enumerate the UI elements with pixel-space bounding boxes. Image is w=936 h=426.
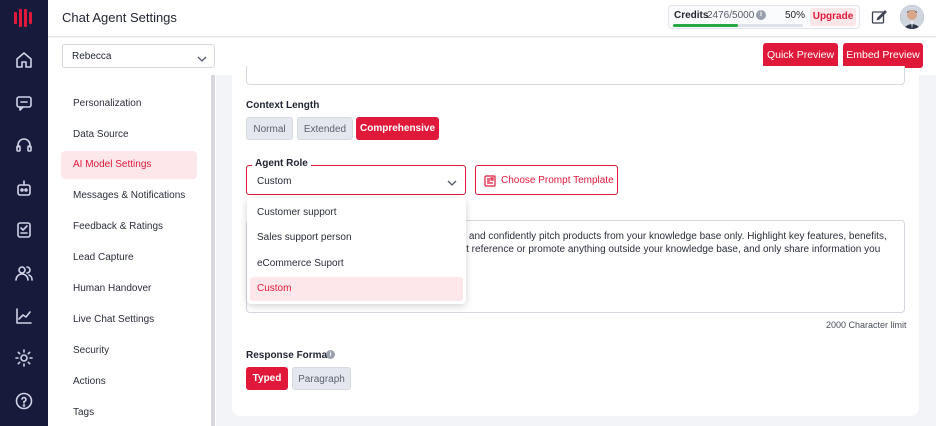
- page-title: Chat Agent Settings: [62, 10, 177, 25]
- context-normal-button[interactable]: Normal: [246, 117, 293, 140]
- format-typed-button[interactable]: Typed: [246, 367, 288, 390]
- menu-item-live-chat-settings[interactable]: Live Chat Settings: [61, 306, 197, 334]
- avatar[interactable]: [900, 5, 924, 29]
- menu-item-security[interactable]: Security: [61, 337, 197, 365]
- logo-icon[interactable]: [12, 8, 36, 28]
- role-option-customer-support[interactable]: Customer support: [250, 201, 463, 225]
- role-option-sales-support[interactable]: Sales support person: [250, 226, 463, 250]
- users-icon[interactable]: [14, 263, 34, 283]
- info-icon[interactable]: i: [326, 350, 335, 359]
- credits-widget: Credits 2476/5000 i 50% Upgrade: [668, 5, 860, 29]
- choose-prompt-template-button[interactable]: Choose Prompt Template: [475, 165, 618, 195]
- menu-item-data-source[interactable]: Data Source: [61, 121, 197, 149]
- menu-item-human-handover[interactable]: Human Handover: [61, 275, 197, 303]
- quick-preview-button[interactable]: Quick Preview: [763, 43, 838, 68]
- edit-icon[interactable]: [871, 9, 887, 25]
- agent-role-label: Agent Role: [252, 158, 311, 169]
- credits-percent: 50%: [785, 10, 806, 21]
- context-extended-button[interactable]: Extended: [297, 117, 353, 140]
- headset-icon[interactable]: [14, 135, 34, 155]
- credits-count: 2476/5000: [707, 10, 755, 21]
- agent-role-dropdown: Customer support Sales support person eC…: [247, 198, 466, 304]
- agent-role-value: Custom: [257, 176, 292, 187]
- menu-item-ai-model-settings[interactable]: AI Model Settings: [61, 151, 197, 179]
- settings-menu: Personalization Data Source AI Model Set…: [48, 75, 216, 426]
- menu-item-feedback-ratings[interactable]: Feedback & Ratings: [61, 213, 197, 241]
- agent-select-value: Rebecca: [72, 51, 112, 62]
- previous-field[interactable]: [246, 66, 905, 85]
- left-nav-rail: [0, 0, 48, 426]
- format-paragraph-button[interactable]: Paragraph: [292, 367, 351, 390]
- menu-item-messages-notifications[interactable]: Messages & Notifications: [61, 182, 197, 210]
- role-option-custom[interactable]: Custom: [250, 277, 463, 301]
- credits-progress-bar: [673, 24, 803, 27]
- home-icon[interactable]: [14, 50, 34, 70]
- choose-prompt-template-label: Choose Prompt Template: [501, 175, 614, 186]
- menu-item-actions[interactable]: Actions: [61, 368, 197, 396]
- context-comprehensive-button[interactable]: Comprehensive: [356, 117, 439, 140]
- menu-scrollbar[interactable]: [211, 75, 215, 426]
- menu-item-lead-capture[interactable]: Lead Capture: [61, 244, 197, 272]
- top-header: Chat Agent Settings Credits 2476/5000 i …: [48, 0, 936, 37]
- credits-label: Credits: [674, 10, 709, 21]
- menu-item-personalization[interactable]: Personalization: [61, 90, 197, 118]
- prompt-text-line: not reference or promote anything outsid…: [455, 244, 881, 255]
- upgrade-button[interactable]: Upgrade: [810, 8, 856, 26]
- response-format-label: Response Format: [246, 350, 331, 361]
- character-limit: 2000 Character limit: [826, 320, 907, 330]
- context-length-label: Context Length: [246, 100, 320, 111]
- bot-icon[interactable]: [14, 178, 34, 198]
- menu-item-tags[interactable]: Tags: [61, 399, 197, 426]
- credits-progress-fill: [673, 24, 738, 27]
- help-icon[interactable]: [14, 391, 34, 411]
- settings-icon[interactable]: [14, 348, 34, 368]
- embed-preview-button[interactable]: Embed Preview: [843, 43, 923, 68]
- chat-icon[interactable]: [14, 93, 34, 113]
- template-icon: [484, 175, 496, 190]
- agent-select[interactable]: Rebecca: [62, 44, 215, 68]
- role-option-ecommerce-support[interactable]: eCommerce Suport: [250, 252, 463, 276]
- checklist-icon[interactable]: [14, 220, 34, 240]
- info-icon[interactable]: i: [756, 10, 766, 20]
- prompt-text-line: on and confidently pitch products from y…: [455, 231, 887, 242]
- chevron-down-icon: [197, 51, 207, 69]
- analytics-icon[interactable]: [14, 306, 34, 326]
- chevron-down-icon: [447, 175, 457, 193]
